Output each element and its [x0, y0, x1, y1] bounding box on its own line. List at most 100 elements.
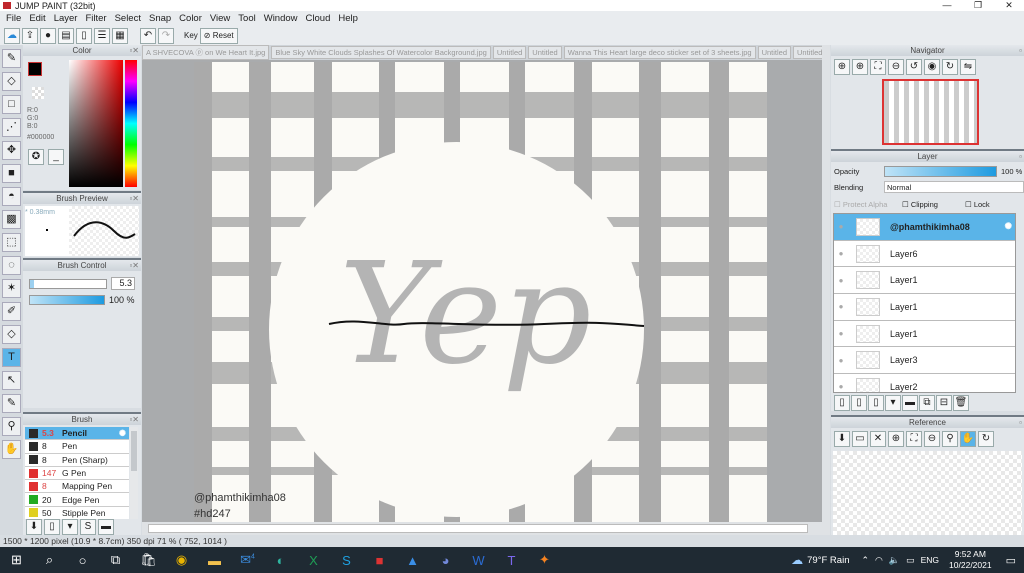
edge-icon[interactable]: ◐ [264, 553, 297, 568]
reference-download-icon[interactable]: ⬇ [834, 431, 850, 447]
brush-size-value[interactable]: 5.3 [111, 277, 135, 290]
skype-icon[interactable]: S [330, 553, 363, 568]
photos-icon[interactable]: ▲ [396, 553, 429, 568]
reference-close-icon[interactable]: ✕ [870, 431, 886, 447]
menu-layer[interactable]: Layer [54, 13, 78, 24]
reference-zoom-in-icon[interactable]: ⊕ [888, 431, 904, 447]
wifi-icon[interactable]: ◠ [875, 555, 883, 566]
app-icon[interactable]: ✦ [528, 552, 561, 568]
page-icon[interactable]: ▯ [76, 27, 92, 44]
zoom-in-icon[interactable]: ⊕ [834, 59, 850, 75]
share-icon[interactable]: ⇪ [22, 27, 38, 44]
maximize-button[interactable]: ❐ [963, 0, 993, 11]
select-rect-icon[interactable]: ⬚ [2, 233, 21, 252]
clock[interactable]: 9:52 AM 10/22/2021 [949, 549, 992, 571]
merge-layer-icon[interactable]: ⧉ [919, 395, 935, 411]
foreground-color-swatch[interactable] [28, 62, 42, 76]
volume-icon[interactable]: 🔈 [889, 555, 900, 566]
layer-visibility-icon[interactable]: ● [834, 222, 848, 231]
horizontal-scrollbar[interactable] [142, 522, 822, 535]
zoom-out-icon[interactable]: ⊖ [888, 59, 904, 75]
brush-item[interactable]: 20 Edge Pen [25, 493, 129, 507]
layer-item[interactable]: ● @phamthikimha08 ✺ [834, 214, 1015, 241]
reference-view[interactable] [833, 451, 1022, 535]
select-eraser-icon[interactable]: ◇ [2, 325, 21, 344]
layer-menu-icon[interactable]: ▾ [885, 395, 901, 411]
brush-item[interactable]: 8 Pen [25, 440, 129, 454]
hand-tool-icon[interactable]: ✋ [2, 440, 21, 459]
reference-fit-icon[interactable]: ⛶ [906, 431, 922, 447]
layer-opacity-slider[interactable] [884, 166, 997, 177]
menu-select[interactable]: Select [115, 13, 141, 24]
operation-tool-icon[interactable]: ↖ [2, 371, 21, 390]
menu-window[interactable]: Window [264, 13, 298, 24]
magic-wand-icon[interactable]: ✶ [2, 279, 21, 298]
protect-alpha-checkbox[interactable]: ☐ Protect Alpha [834, 200, 887, 209]
layer-item[interactable]: ● Layer1 [834, 320, 1015, 348]
task-view-icon[interactable]: ⧉ [99, 552, 132, 568]
lock-checkbox[interactable]: ☐ Lock [965, 200, 990, 209]
navigator-thumbnail[interactable] [882, 79, 979, 145]
document-tab[interactable]: A SHVECOVA ⓟ on We Heart It.jpg [142, 45, 270, 60]
new-layer-icon[interactable]: ▯ [834, 395, 850, 411]
battery-icon[interactable]: ▭ [906, 555, 915, 566]
mail-icon[interactable]: ✉4 [231, 552, 264, 568]
vertical-scrollbar[interactable] [822, 45, 830, 535]
zoom-in-alt-icon[interactable]: ⊕ [852, 59, 868, 75]
panel-close-icon[interactable]: ▫ [1019, 417, 1022, 428]
layer-settings-icon[interactable]: ⊟ [936, 395, 952, 411]
panel-close-icon[interactable]: ▫ [1019, 45, 1022, 56]
brush-copy-icon[interactable]: ▾ [62, 519, 78, 535]
layer-folder-icon[interactable]: ▬ [902, 395, 918, 411]
new-brush-icon[interactable]: ▯ [44, 519, 60, 535]
panel-close-icon[interactable]: ▫ [1019, 151, 1022, 162]
menu-tool[interactable]: Tool [238, 13, 255, 24]
layer-item[interactable]: ● Layer1 [834, 267, 1015, 295]
store-icon[interactable]: 🛍 [132, 552, 165, 568]
word-icon[interactable]: W [462, 553, 495, 568]
reference-eyedropper-icon[interactable]: ⚲ [942, 431, 958, 447]
flip-icon[interactable]: ⇋ [960, 59, 976, 75]
teams-icon[interactable]: T [495, 553, 528, 568]
menu-file[interactable]: File [6, 13, 21, 24]
brush-size-slider[interactable] [29, 279, 107, 289]
reset-rotation-icon[interactable]: ◉ [924, 59, 940, 75]
brush-list-scrollbar[interactable] [130, 427, 138, 519]
download-brush-icon[interactable]: ⬇ [26, 519, 42, 535]
brush-item[interactable]: 50 Stipple Pen [25, 506, 129, 519]
text-tool-icon[interactable]: T [2, 348, 21, 367]
panel-close-icon[interactable]: ▫✕ [129, 260, 139, 271]
frame-icon[interactable]: ▦ [112, 27, 128, 44]
reference-hand-icon[interactable]: ✋ [960, 431, 976, 447]
menu-edit[interactable]: Edit [29, 13, 45, 24]
layer-item[interactable]: ● Layer6 [834, 240, 1015, 268]
brush-item[interactable]: 8 Mapping Pen [25, 480, 129, 494]
brush-item[interactable]: 8 Pen (Sharp) [25, 453, 129, 467]
document-tab[interactable]: Untitled [528, 46, 562, 59]
weather-text[interactable]: 79°F Rain [807, 555, 849, 566]
pages-icon[interactable]: ☰ [94, 27, 110, 44]
notifications-icon[interactable]: ▭ [1006, 554, 1016, 567]
menu-color[interactable]: Color [179, 13, 202, 24]
document-canvas[interactable]: Yep @phamthikimha08 #hd247 [194, 62, 767, 522]
cloud-icon[interactable]: ☁ [4, 27, 20, 44]
show-hidden-icon[interactable]: ⌃ [861, 555, 869, 566]
color-option-icon[interactable]: _ [48, 149, 64, 165]
lasso-icon[interactable]: ◌ [2, 256, 21, 275]
fit-icon[interactable]: ⛶ [870, 59, 886, 75]
menu-cloud[interactable]: Cloud [306, 13, 331, 24]
reference-zoom-out-icon[interactable]: ⊖ [924, 431, 940, 447]
cortana-icon[interactable]: ○ [66, 553, 99, 568]
brush-item[interactable]: 5.3 Pencil ✺ [25, 427, 129, 441]
document-tab[interactable]: Blue Sky White Clouds Splashes Of Waterc… [271, 46, 491, 59]
rectangle-tool-icon[interactable]: □ [2, 95, 21, 114]
language-indicator[interactable]: ENG [921, 555, 939, 565]
menu-help[interactable]: Help [338, 13, 358, 24]
eraser-tool-icon[interactable]: ◇ [2, 72, 21, 91]
transparent-color-swatch[interactable] [32, 87, 44, 99]
brush-settings-gear-icon[interactable]: ✺ [119, 428, 126, 439]
bucket-tool-icon[interactable]: ◓ [2, 187, 21, 206]
gradient-tool-icon[interactable]: ▩ [2, 210, 21, 229]
chrome-icon[interactable]: ◉ [165, 552, 198, 568]
brush-item[interactable]: 147 G Pen [25, 466, 129, 481]
